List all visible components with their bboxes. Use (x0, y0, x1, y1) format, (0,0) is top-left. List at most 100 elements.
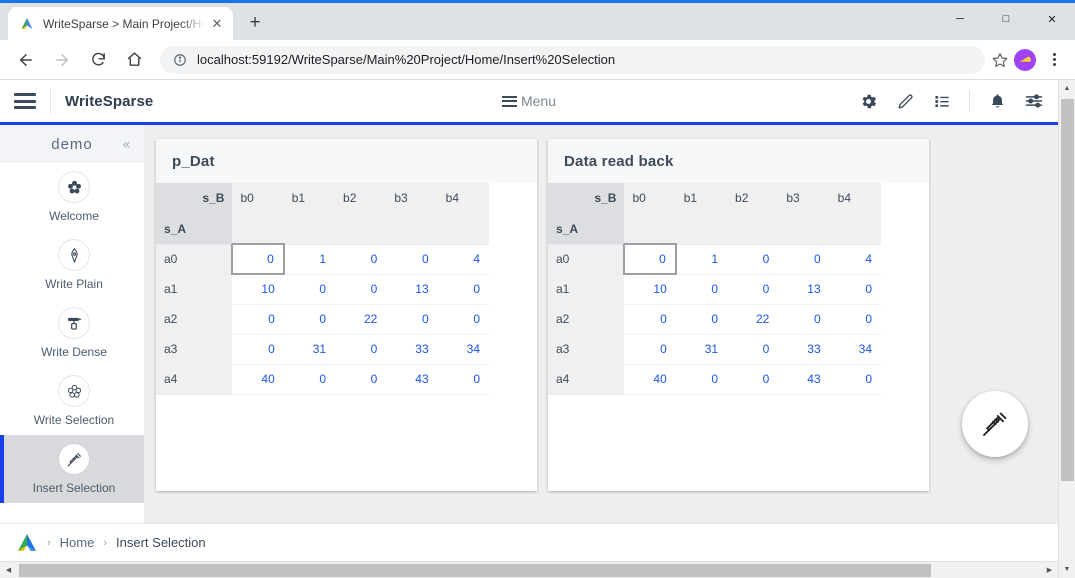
row-header[interactable]: a4 (156, 364, 233, 395)
window-close-icon[interactable]: ✕ (1029, 3, 1075, 35)
grid-cell[interactable]: 43 (778, 364, 830, 395)
insert-selection-fab[interactable] (962, 391, 1028, 457)
grid-cell[interactable]: 22 (727, 304, 779, 335)
row-header[interactable]: a4 (548, 364, 625, 395)
grid-cell[interactable]: 0 (829, 274, 881, 305)
column-header[interactable]: b3 (386, 183, 438, 245)
list-icon[interactable] (932, 91, 952, 111)
grid-cell[interactable]: 0 (232, 334, 284, 365)
grid-cell[interactable]: 0 (675, 304, 728, 335)
grid-cell[interactable]: 0 (335, 274, 387, 305)
gear-icon[interactable] (858, 91, 878, 111)
grid-cell[interactable]: 0 (624, 334, 676, 365)
browser-tab[interactable]: WriteSparse > Main Project/Hom ✕ (8, 7, 233, 40)
grid-cell[interactable]: 0 (624, 304, 676, 335)
scroll-right-arrow-icon[interactable]: ▶ (1041, 562, 1058, 578)
cheese-extension-icon[interactable] (1014, 48, 1036, 71)
data-grid[interactable]: s_B s_A b0 b1 b2 b3 b4 a0 0 1 0 0 4 a1 1… (156, 183, 489, 491)
grid-cell[interactable]: 10 (624, 274, 676, 305)
minimize-icon[interactable]: ─ (937, 3, 983, 35)
row-header[interactable]: a2 (156, 304, 233, 335)
grid-cell[interactable]: 0 (437, 274, 489, 305)
new-tab-button[interactable]: + (241, 9, 269, 37)
grid-cell[interactable]: 1 (283, 244, 336, 275)
grid-cell[interactable]: 0 (437, 364, 489, 395)
row-header[interactable]: a0 (156, 244, 233, 275)
grid-cell[interactable]: 22 (335, 304, 387, 335)
grid-cell[interactable]: 0 (829, 364, 881, 395)
grid-cell[interactable]: 1 (675, 244, 728, 275)
scroll-down-arrow-icon[interactable]: ▼ (1059, 561, 1075, 578)
grid-cell[interactable]: 0 (231, 243, 285, 275)
chevron-left-icon[interactable]: « (123, 137, 130, 152)
column-header[interactable]: b0 (232, 183, 284, 245)
grid-cell[interactable]: 0 (727, 334, 779, 365)
breadcrumb-home-link[interactable]: Home (60, 535, 95, 550)
grid-cell[interactable]: 10 (232, 274, 284, 305)
sidebar-item-write-dense[interactable]: Write Dense (0, 299, 144, 367)
grid-cell[interactable]: 0 (386, 304, 438, 335)
grid-cell[interactable]: 0 (335, 364, 387, 395)
grid-cell[interactable]: 31 (675, 334, 728, 365)
grid-cell[interactable]: 0 (283, 304, 336, 335)
column-header[interactable]: b2 (727, 183, 779, 245)
three-dot-menu-icon[interactable] (1041, 53, 1067, 66)
row-header[interactable]: a1 (548, 274, 625, 305)
address-bar[interactable]: localhost:59192/WriteSparse/Main%20Proje… (160, 45, 985, 74)
column-header[interactable]: b0 (624, 183, 676, 245)
row-header[interactable]: a3 (156, 334, 233, 365)
grid-cell[interactable]: 0 (386, 244, 438, 275)
hamburger-menu-icon[interactable] (14, 93, 36, 109)
grid-cell[interactable]: 0 (778, 244, 830, 275)
back-icon[interactable] (11, 45, 41, 75)
grid-cell[interactable]: 0 (232, 304, 284, 335)
horizontal-scrollbar[interactable]: ◀ ▶ (0, 561, 1058, 578)
grid-cell[interactable]: 0 (283, 364, 336, 395)
sliders-icon[interactable] (1024, 91, 1044, 111)
bell-icon[interactable] (987, 91, 1007, 111)
grid-cell[interactable]: 0 (727, 244, 779, 275)
grid-cell[interactable]: 34 (829, 334, 881, 365)
scroll-up-arrow-icon[interactable]: ▲ (1059, 80, 1075, 97)
grid-cell[interactable]: 31 (283, 334, 336, 365)
sidebar-item-write-plain[interactable]: Write Plain (0, 231, 144, 299)
grid-cell[interactable]: 34 (437, 334, 489, 365)
grid-cell[interactable]: 13 (386, 274, 438, 305)
grid-cell[interactable]: 0 (335, 244, 387, 275)
pencil-icon[interactable] (895, 91, 915, 111)
row-header[interactable]: a3 (548, 334, 625, 365)
grid-cell[interactable]: 0 (778, 304, 830, 335)
site-info-icon[interactable] (172, 52, 188, 68)
sidebar-item-write-selection[interactable]: Write Selection (0, 367, 144, 435)
grid-cell[interactable]: 43 (386, 364, 438, 395)
row-header[interactable]: a0 (548, 244, 625, 275)
horizontal-scroll-thumb[interactable] (19, 564, 931, 577)
grid-cell[interactable]: 33 (778, 334, 830, 365)
grid-cell[interactable]: 4 (437, 244, 489, 275)
grid-cell[interactable]: 4 (829, 244, 881, 275)
grid-cell[interactable]: 0 (335, 334, 387, 365)
grid-cell[interactable]: 0 (727, 364, 779, 395)
grid-cell[interactable]: 33 (386, 334, 438, 365)
grid-cell[interactable]: 13 (778, 274, 830, 305)
grid-cell[interactable]: 0 (727, 274, 779, 305)
row-header[interactable]: a1 (156, 274, 233, 305)
column-header[interactable]: b4 (829, 183, 881, 245)
scroll-left-arrow-icon[interactable]: ◀ (0, 562, 17, 578)
sidebar-item-insert-selection[interactable]: Insert Selection (0, 435, 144, 503)
grid-cell[interactable]: 0 (829, 304, 881, 335)
grid-cell[interactable]: 0 (283, 274, 336, 305)
sidebar-item-welcome[interactable]: Welcome (0, 163, 144, 231)
reload-icon[interactable] (83, 45, 113, 75)
home-icon[interactable] (119, 45, 149, 75)
column-header[interactable]: b3 (778, 183, 830, 245)
grid-cell[interactable]: 40 (624, 364, 676, 395)
column-header[interactable]: b1 (675, 183, 728, 245)
data-grid[interactable]: s_B s_A b0 b1 b2 b3 b4 a0 0 1 0 0 4 a1 1… (548, 183, 881, 491)
maximize-icon[interactable]: □ (983, 3, 1029, 35)
vertical-scroll-thumb[interactable] (1061, 99, 1074, 481)
vertical-scrollbar[interactable]: ▲ ▼ (1058, 80, 1075, 578)
column-header[interactable]: b4 (437, 183, 489, 245)
row-header[interactable]: a2 (548, 304, 625, 335)
menu-button[interactable]: Menu (501, 93, 556, 109)
